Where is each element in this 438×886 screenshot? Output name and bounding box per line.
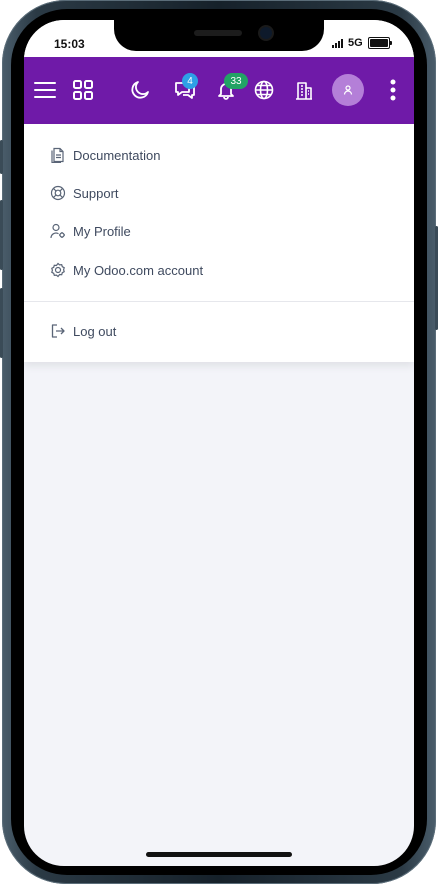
more-icon[interactable] (383, 77, 403, 103)
document-icon (51, 147, 64, 163)
signal-icon (332, 38, 343, 48)
apps-grid-icon[interactable] (71, 79, 95, 101)
status-indicators: 5G (332, 37, 392, 49)
menu-item-odoo-account[interactable]: My Odoo.com account (50, 258, 203, 282)
company-icon[interactable] (292, 79, 316, 101)
home-indicator[interactable] (146, 852, 292, 857)
menu-item-label: My Profile (73, 223, 131, 239)
menu-item-label: My Odoo.com account (73, 262, 204, 278)
volume-down-button (0, 288, 3, 358)
avatar[interactable] (332, 74, 364, 106)
battery-icon (367, 37, 392, 49)
menu-item-support[interactable]: Support (50, 181, 119, 205)
lifebuoy-icon (50, 185, 66, 201)
front-camera (260, 27, 272, 39)
dark-mode-icon[interactable] (128, 79, 152, 101)
menu-item-documentation[interactable]: Documentation (50, 143, 160, 167)
menu-icon[interactable] (33, 79, 57, 101)
volume-up-button (0, 200, 3, 270)
menu-item-label: Documentation (73, 147, 161, 163)
menu-divider (24, 301, 414, 302)
status-time: 15:03 (54, 37, 85, 51)
globe-icon[interactable] (252, 79, 276, 101)
logout-icon (51, 324, 65, 338)
menu-item-label: Support (73, 185, 119, 201)
user-icon (343, 85, 353, 95)
speaker (194, 30, 242, 36)
menu-item-my-profile[interactable]: My Profile (50, 219, 131, 243)
top-navbar: 4 33 (24, 57, 414, 124)
user-dropdown-menu: Documentation Support My Profile My Odoo… (24, 124, 414, 362)
activity-badge: 33 (224, 73, 248, 89)
odoo-gear-icon (51, 262, 65, 278)
mute-switch (0, 140, 3, 174)
screen: 15:03 5G 4 33 Documentation Support My P… (24, 20, 414, 866)
menu-item-log-out[interactable]: Log out (50, 319, 116, 343)
status-bar: 15:03 5G (24, 20, 414, 57)
network-type: 5G (348, 37, 363, 49)
notch (114, 20, 324, 51)
user-gear-icon (50, 223, 65, 239)
menu-item-label: Log out (73, 323, 117, 339)
discuss-badge: 4 (182, 73, 198, 89)
